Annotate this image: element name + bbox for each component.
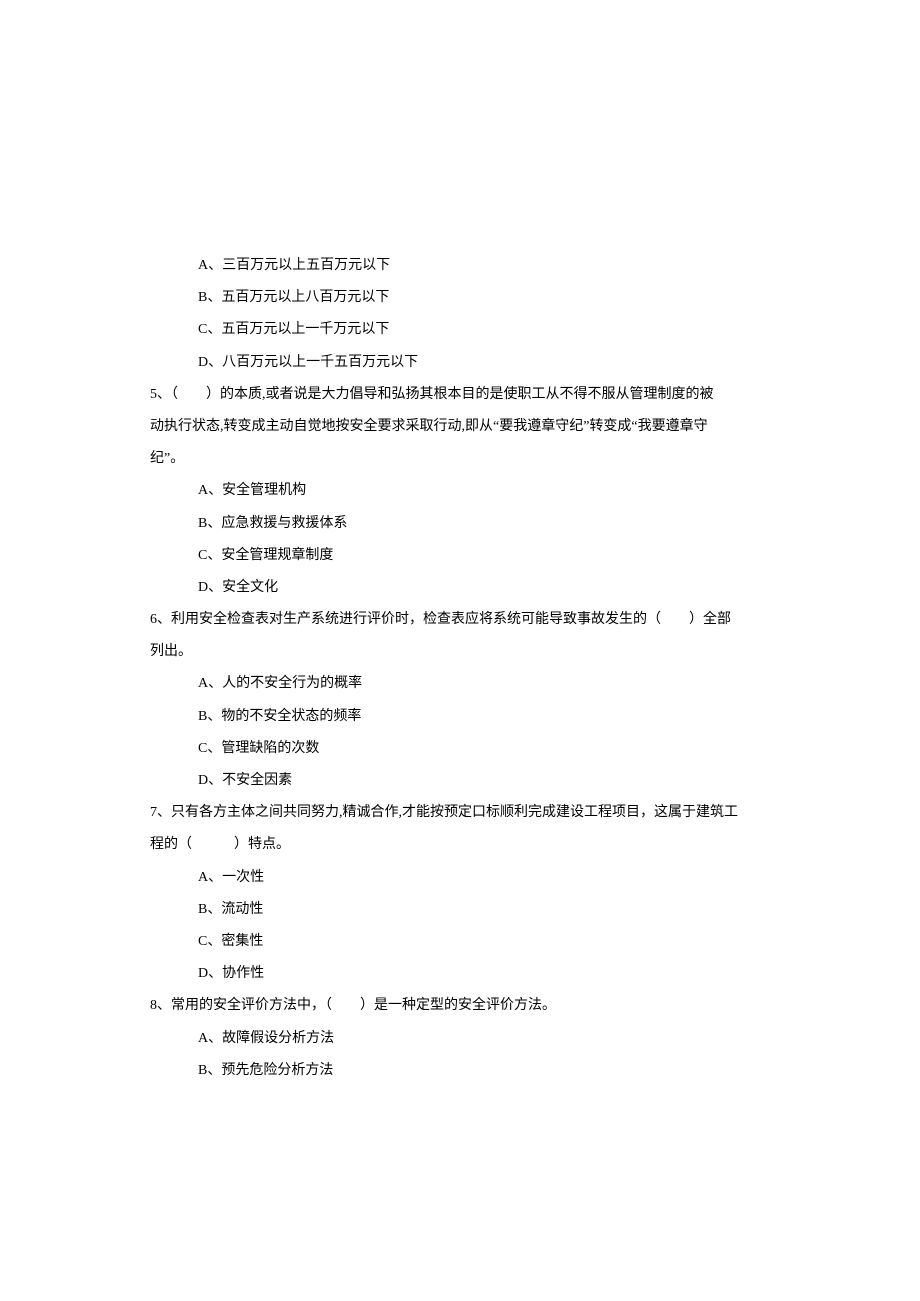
q7-option-c: C、密集性 <box>150 926 770 958</box>
q8-stem-line1: 8、常用的安全评价方法中，（ ）是一种定型的安全评价方法。 <box>150 990 770 1022</box>
q6-option-a: A、人的不安全行为的概率 <box>150 668 770 700</box>
q6-option-b: B、物的不安全状态的频率 <box>150 701 770 733</box>
q8-option-a: A、故障假设分析方法 <box>150 1023 770 1055</box>
q5-stem-line1: 5、（ ）的本质,或者说是大力倡导和弘扬其根本目的是使职工从不得不服从管理制度的… <box>150 379 770 411</box>
q5-stem-line2: 动执行状态,转变成主动自觉地按安全要求采取行动,即从“要我遵章守纪”转变成“我要… <box>150 411 770 443</box>
q6-stem-line2: 列出。 <box>150 636 770 668</box>
q5-option-c: C、安全管理规章制度 <box>150 540 770 572</box>
q5-option-d: D、安全文化 <box>150 572 770 604</box>
q7-stem-line2: 程的（ ）特点。 <box>150 829 770 861</box>
document-page: A、三百万元以上五百万元以下 B、五百万元以上八百万元以下 C、五百万元以上一千… <box>0 0 920 1287</box>
q7-option-b: B、流动性 <box>150 894 770 926</box>
q7-option-a: A、一次性 <box>150 862 770 894</box>
q5-stem-line3: 纪”。 <box>150 443 770 475</box>
q4-option-a: A、三百万元以上五百万元以下 <box>150 250 770 282</box>
q4-option-d: D、八百万元以上一千五百万元以下 <box>150 347 770 379</box>
q7-option-d: D、协作性 <box>150 958 770 990</box>
q8-option-b: B、预先危险分析方法 <box>150 1055 770 1087</box>
q6-stem-line1: 6、利用安全检查表对生产系统进行评价时，检查表应将系统可能导致事故发生的（ ）全… <box>150 604 770 636</box>
q5-option-b: B、应急救援与救援体系 <box>150 508 770 540</box>
q6-option-c: C、管理缺陷的次数 <box>150 733 770 765</box>
q4-option-b: B、五百万元以上八百万元以下 <box>150 282 770 314</box>
q4-option-c: C、五百万元以上一千万元以下 <box>150 314 770 346</box>
q5-option-a: A、安全管理机构 <box>150 475 770 507</box>
q6-option-d: D、不安全因素 <box>150 765 770 797</box>
q7-stem-line1: 7、只有各方主体之间共同努力,精诚合作,才能按预定口标顺利完成建设工程项目，这属… <box>150 797 770 829</box>
